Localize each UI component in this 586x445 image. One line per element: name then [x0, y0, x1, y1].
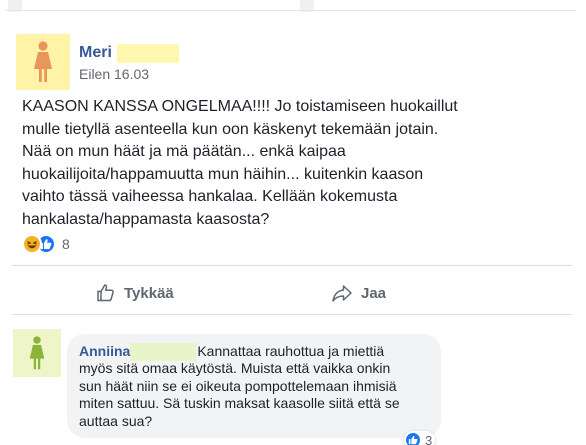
- comment-text-line: myös sitä omaa käytöstä. Muista että vai…: [79, 360, 391, 377]
- comment-text: Anniina Kannattaa rauhottua ja miettiä my…: [79, 343, 439, 430]
- woman-figure-icon: [34, 41, 52, 82]
- comment-text-line: miten sattuu. Sä tuskin maksat kaasolle …: [79, 395, 400, 412]
- divider: [6, 10, 576, 11]
- share-arrow-icon: [332, 285, 352, 302]
- thumbs-up-icon: [97, 284, 114, 302]
- share-button-label: Jaa: [361, 284, 387, 302]
- share-button[interactable]: Jaa: [331, 280, 386, 306]
- reactions-summary[interactable]: 8: [22, 233, 70, 255]
- comment-reactions[interactable]: 3: [404, 431, 436, 445]
- facebook-post-view: Meri Eilen 16.03 KAASON KANSSA ONGELMAA!…: [0, 0, 586, 445]
- post-text-line: hankalasta/happamasta kaasosta?: [22, 210, 270, 228]
- redacted-surname: [117, 44, 179, 63]
- post-timestamp[interactable]: Eilen 16.03: [79, 66, 149, 82]
- post-text-line: KAASON KANSSA ONGELMAA!!!! Jo toistamise…: [22, 98, 458, 115]
- post-text-line: vaihto tässä vaiheessa hankalaa. Kellään…: [22, 188, 398, 205]
- like-icon: [405, 432, 421, 445]
- avatar[interactable]: [16, 34, 70, 90]
- comment-text-line: Kannattaa rauhottua ja miettiä: [197, 343, 385, 359]
- previous-post-edge: [0, 0, 586, 22]
- like-button[interactable]: Tykkää: [96, 280, 174, 306]
- author-name[interactable]: Meri: [79, 44, 112, 62]
- post-text: KAASON KANSSA ONGELMAA!!!! Jo toistamise…: [22, 96, 542, 231]
- reaction-count: 8: [62, 236, 70, 252]
- comment-reaction-count: 3: [425, 432, 433, 445]
- comment-text-line: sun häät niin se ei oikeuta pompottelema…: [79, 377, 397, 394]
- like-button-label: Tykkää: [124, 284, 174, 302]
- divider: [12, 314, 572, 315]
- comment-first-line: Anniina Kannattaa rauhottua ja miettiä: [79, 343, 439, 360]
- haha-icon: [22, 234, 42, 254]
- comment-text-line: auttaa sua?: [79, 412, 153, 429]
- post-text-line: huokailijoita/happamuutta mun häihin... …: [22, 165, 424, 183]
- post-text-line: Nää on mun häät ja mä päätän... enkä kai…: [22, 143, 346, 160]
- woman-figure-icon: [29, 336, 45, 370]
- commenter-avatar[interactable]: [13, 329, 61, 377]
- commenter-name[interactable]: Anniina: [79, 343, 130, 359]
- divider: [12, 265, 572, 266]
- post-text-line: mulle tietyllä asenteella kun oon käsken…: [22, 120, 439, 138]
